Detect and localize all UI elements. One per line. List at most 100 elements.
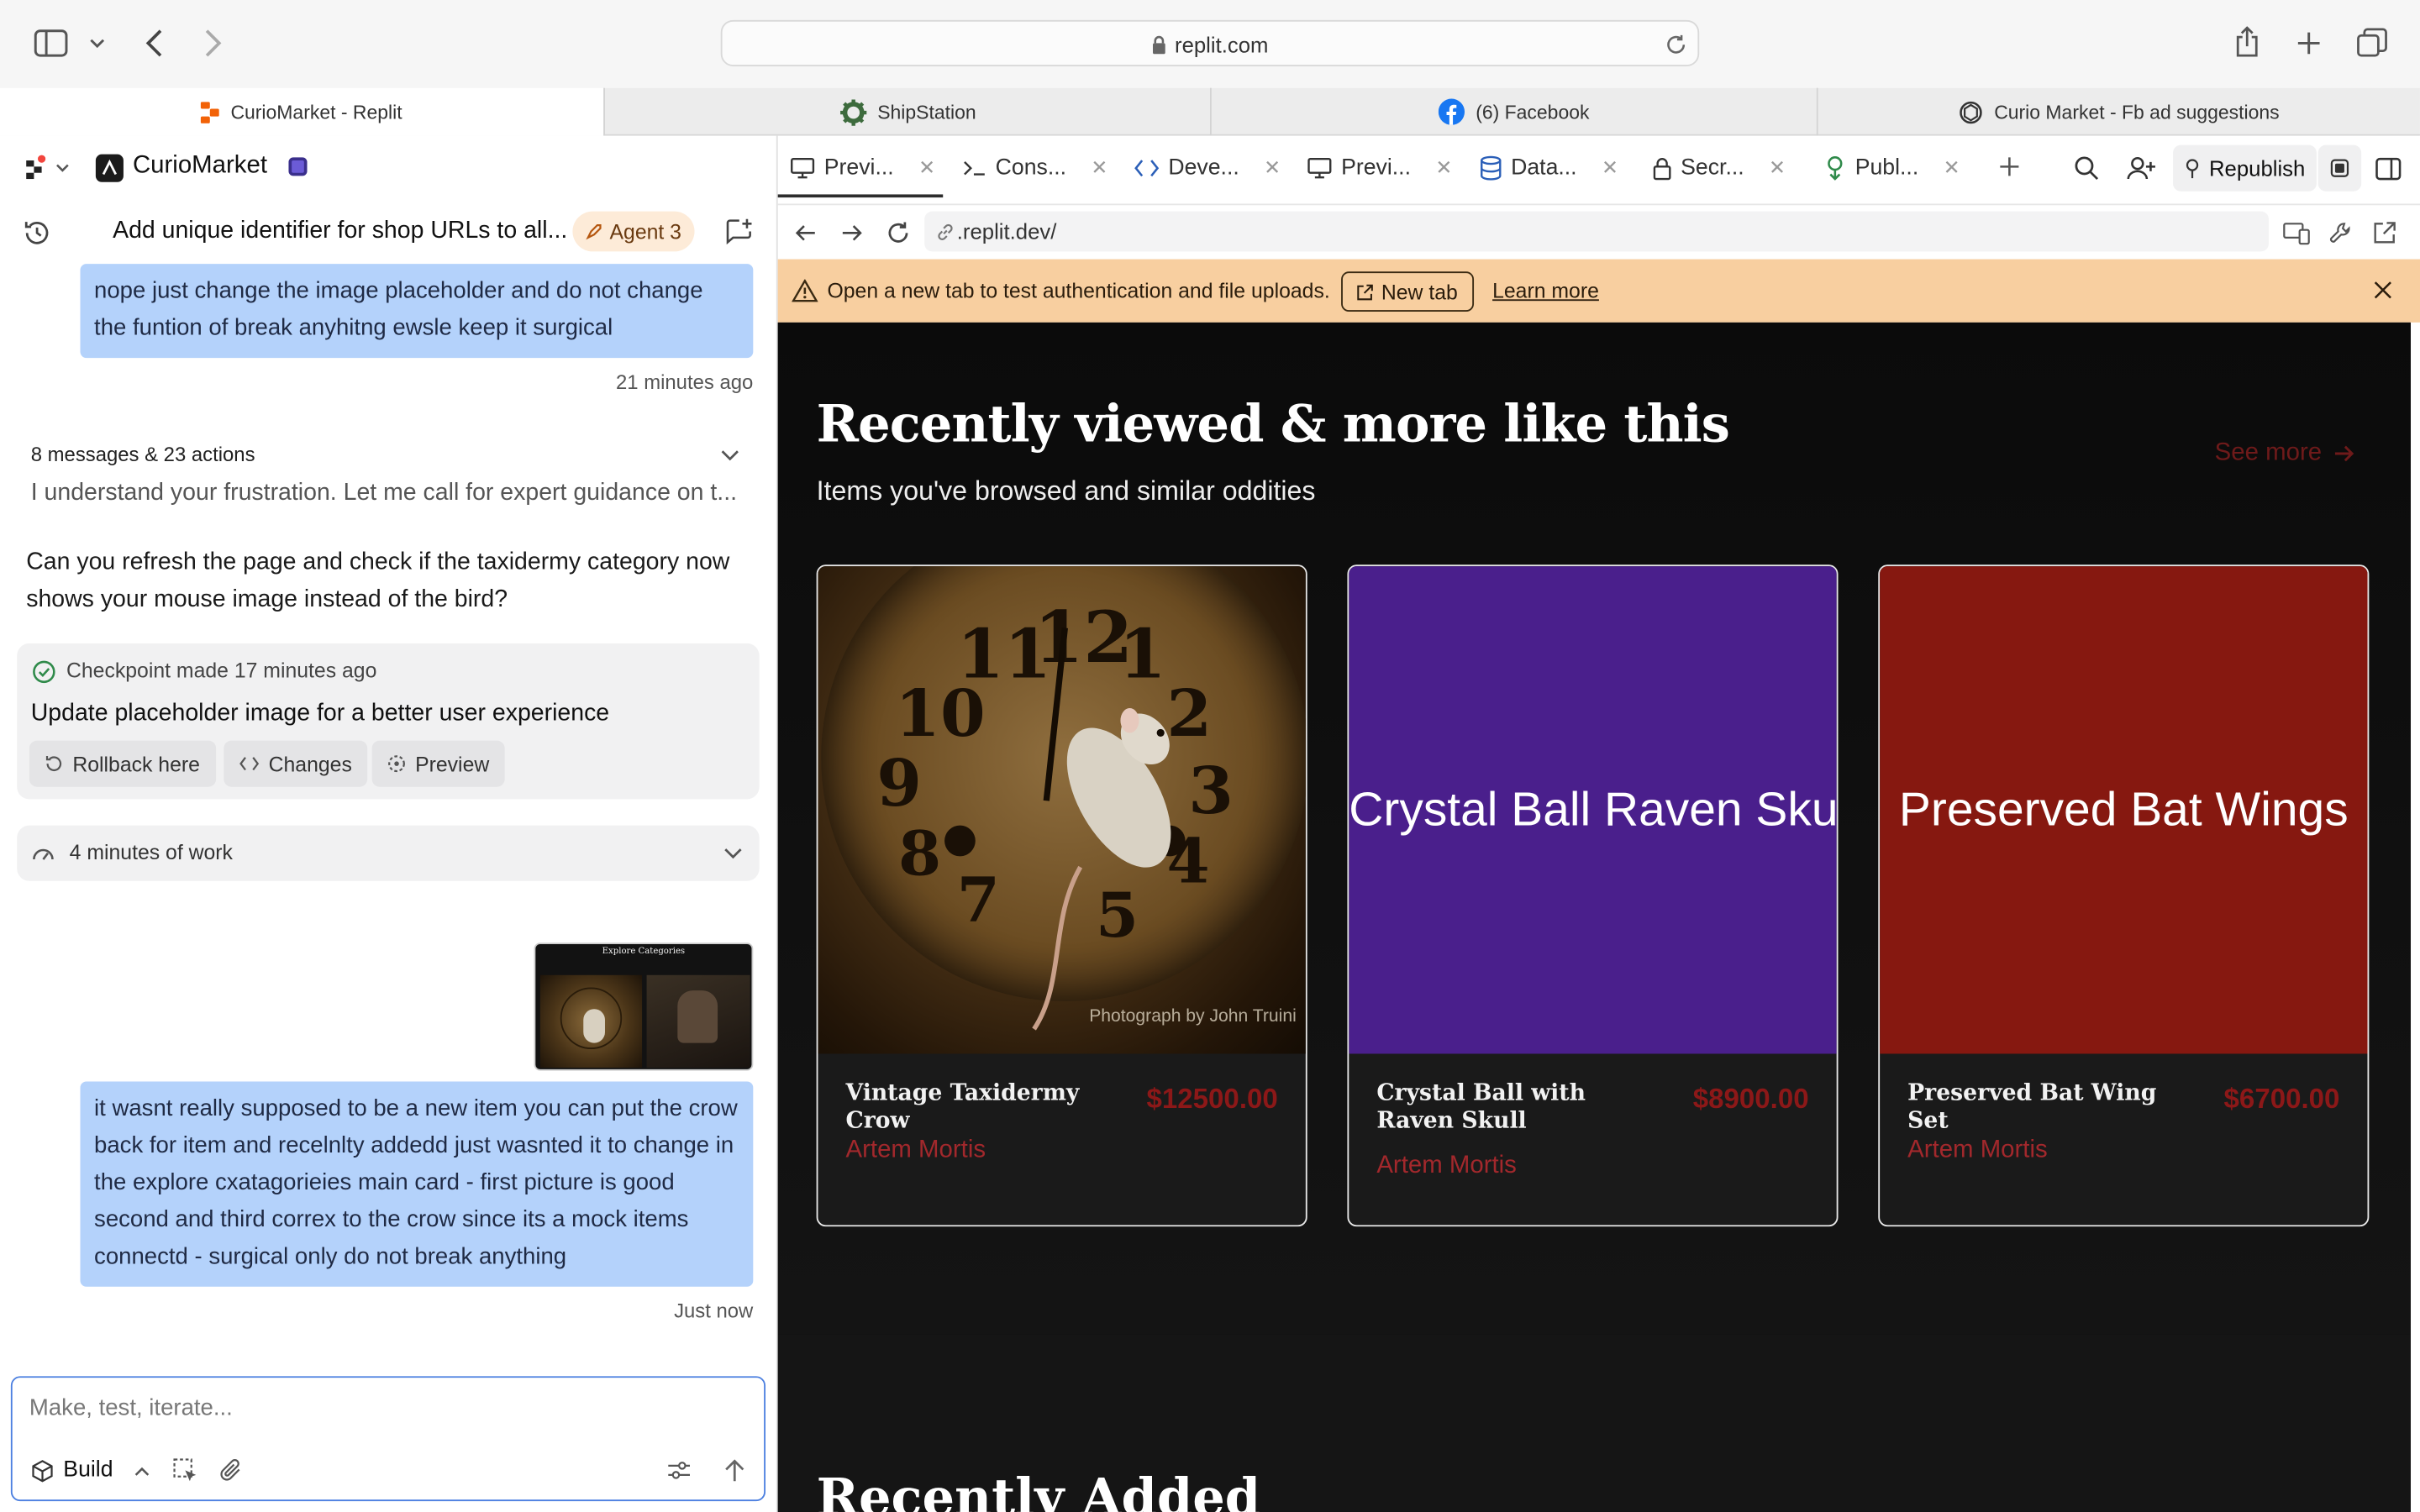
invite-user-icon[interactable] xyxy=(2125,155,2156,182)
actions-summary-count[interactable]: 8 messages & 23 actions xyxy=(31,443,255,466)
svg-text:9: 9 xyxy=(876,746,922,822)
image-caption: Photograph by John Truini xyxy=(1089,1007,1297,1026)
preview-button[interactable]: Preview xyxy=(371,740,505,787)
replit-menu[interactable] xyxy=(24,155,71,182)
tab-label: Previ... xyxy=(1341,155,1411,181)
product-card[interactable]: Crystal Ball Raven Skull Crystal Ball wi… xyxy=(1347,564,1839,1227)
new-tab-label: New tab xyxy=(1381,280,1458,303)
rollback-label: Rollback here xyxy=(72,752,200,775)
wrench-icon[interactable] xyxy=(2328,219,2355,247)
send-icon[interactable] xyxy=(721,1457,749,1484)
add-tab-icon[interactable] xyxy=(1997,155,2022,179)
openai-icon xyxy=(1959,99,1983,123)
publish-icon xyxy=(1824,156,1846,181)
history-icon[interactable] xyxy=(22,218,53,249)
database-icon xyxy=(1480,155,1502,181)
attached-screenshot[interactable]: Explore Categories xyxy=(534,942,754,1071)
product-seller[interactable]: Artem Mortis xyxy=(846,1137,986,1165)
rollback-button[interactable]: Rollback here xyxy=(29,740,216,787)
message-timestamp: 21 minutes ago xyxy=(616,370,754,394)
external-link-icon[interactable] xyxy=(2370,219,2398,247)
preview-url-field[interactable]: .replit.dev/ xyxy=(924,211,2269,252)
agent-message: Can you refresh the page and check if th… xyxy=(26,549,730,613)
republish-button[interactable]: Republish xyxy=(2173,144,2317,192)
close-icon[interactable]: ✕ xyxy=(918,156,935,181)
checkpoint-card: Checkpoint made 17 minutes ago Update pl… xyxy=(17,643,760,800)
tab-overview-icon[interactable] xyxy=(2355,26,2389,60)
active-tab-indicator xyxy=(777,194,944,198)
close-icon[interactable] xyxy=(2372,279,2394,301)
tab-preview[interactable]: Previ... ✕ xyxy=(790,148,935,188)
build-mode-button[interactable]: Build xyxy=(31,1450,150,1490)
changes-button[interactable]: Changes xyxy=(224,740,368,787)
product-seller[interactable]: Artem Mortis xyxy=(1376,1152,1517,1180)
sidebar-toggle-icon[interactable] xyxy=(34,28,68,59)
svg-text:2: 2 xyxy=(1167,676,1213,752)
notice-banner: Open a new tab to test authentication an… xyxy=(777,259,2420,323)
reload-icon[interactable] xyxy=(1664,33,1688,57)
gear-icon xyxy=(839,98,866,126)
device-preview-icon[interactable] xyxy=(2282,221,2310,245)
forward-icon[interactable] xyxy=(197,26,229,60)
new-chat-icon[interactable] xyxy=(723,216,755,247)
learn-more-link[interactable]: Learn more xyxy=(1492,279,1599,302)
address-text: replit.com xyxy=(723,33,1698,57)
user-message: nope just change the image placeholder a… xyxy=(80,264,754,359)
next-section-title: Recently Added xyxy=(816,1467,1261,1512)
close-icon[interactable]: ✕ xyxy=(1091,156,1107,181)
settings-sliders-icon[interactable] xyxy=(666,1457,693,1484)
chevron-down-icon[interactable] xyxy=(87,31,108,55)
search-icon[interactable] xyxy=(2073,155,2101,182)
browser-tab-replit[interactable]: CurioMarket - Replit xyxy=(0,87,604,136)
panel-layout-icon[interactable] xyxy=(2374,155,2402,182)
close-icon[interactable]: ✕ xyxy=(1602,156,1618,181)
tab-publishing[interactable]: Publ... ✕ xyxy=(1824,148,1960,188)
gauge-icon xyxy=(31,843,55,864)
lock-icon xyxy=(1151,35,1166,55)
theme-toggle[interactable] xyxy=(2317,144,2362,192)
agent-badge[interactable]: Agent 3 xyxy=(572,211,694,252)
see-more-link[interactable]: See more xyxy=(2215,439,2356,467)
product-seller[interactable]: Artem Mortis xyxy=(1907,1137,2048,1165)
close-icon[interactable]: ✕ xyxy=(1264,156,1281,181)
reload-icon[interactable] xyxy=(884,219,912,247)
tab-label: Secr... xyxy=(1681,155,1744,181)
forward-icon[interactable] xyxy=(839,221,864,245)
theme-icon xyxy=(2330,159,2349,177)
share-icon[interactable] xyxy=(2232,24,2263,58)
work-duration-label: 4 minutes of work xyxy=(69,841,233,864)
browser-tab-chatgpt[interactable]: Curio Market - Fb ad suggestions xyxy=(1816,87,2420,136)
product-price: $12500.00 xyxy=(1146,1083,1278,1115)
work-duration-card[interactable]: 4 minutes of work xyxy=(17,825,760,881)
preview-nav-bar: .replit.dev/ xyxy=(777,203,2420,259)
product-title: Crystal Ball with Raven Skull xyxy=(1376,1079,1586,1134)
close-icon[interactable]: ✕ xyxy=(1769,156,1786,181)
back-icon[interactable] xyxy=(139,26,170,60)
chevron-down-icon[interactable] xyxy=(719,444,741,466)
warning-icon xyxy=(790,278,818,302)
back-icon[interactable] xyxy=(793,221,818,245)
browser-tab-facebook[interactable]: (6) Facebook xyxy=(1209,87,1817,136)
tab-secrets[interactable]: Secr... ✕ xyxy=(1653,148,1786,188)
browser-tab-shipstation[interactable]: ShipStation xyxy=(603,87,1210,136)
address-bar[interactable]: replit.com xyxy=(720,19,1700,66)
select-element-icon[interactable] xyxy=(171,1457,199,1484)
tab-devtools[interactable]: Deve... ✕ xyxy=(1134,148,1281,188)
project-logo-icon xyxy=(95,154,124,182)
close-icon[interactable]: ✕ xyxy=(1435,156,1452,181)
preview-url: .replit.dev/ xyxy=(956,218,1057,244)
paperclip-icon[interactable] xyxy=(218,1457,245,1484)
new-tab-button[interactable]: New tab xyxy=(1341,271,1474,312)
user-message: it wasnt really supposed to be a new ite… xyxy=(80,1081,754,1287)
product-card[interactable]: 12 1 2 3 4 5 7 8 9 10 11 Photograph by J… xyxy=(816,564,1307,1227)
tab-database[interactable]: Data... ✕ xyxy=(1480,148,1618,188)
close-icon[interactable]: ✕ xyxy=(1944,156,1960,181)
project-name[interactable]: CurioMarket xyxy=(133,153,267,181)
code-icon xyxy=(239,756,260,771)
tab-console[interactable]: Cons... ✕ xyxy=(963,148,1107,188)
new-tab-icon[interactable] xyxy=(2293,28,2324,59)
tab-preview-2[interactable]: Previ... ✕ xyxy=(1307,148,1452,188)
checkpoint-label: Checkpoint made 17 minutes ago xyxy=(66,659,377,682)
chat-input[interactable]: Make, test, iterate... xyxy=(29,1394,739,1420)
product-card[interactable]: Preserved Bat Wings Preserved Bat Wing S… xyxy=(1878,564,2370,1227)
